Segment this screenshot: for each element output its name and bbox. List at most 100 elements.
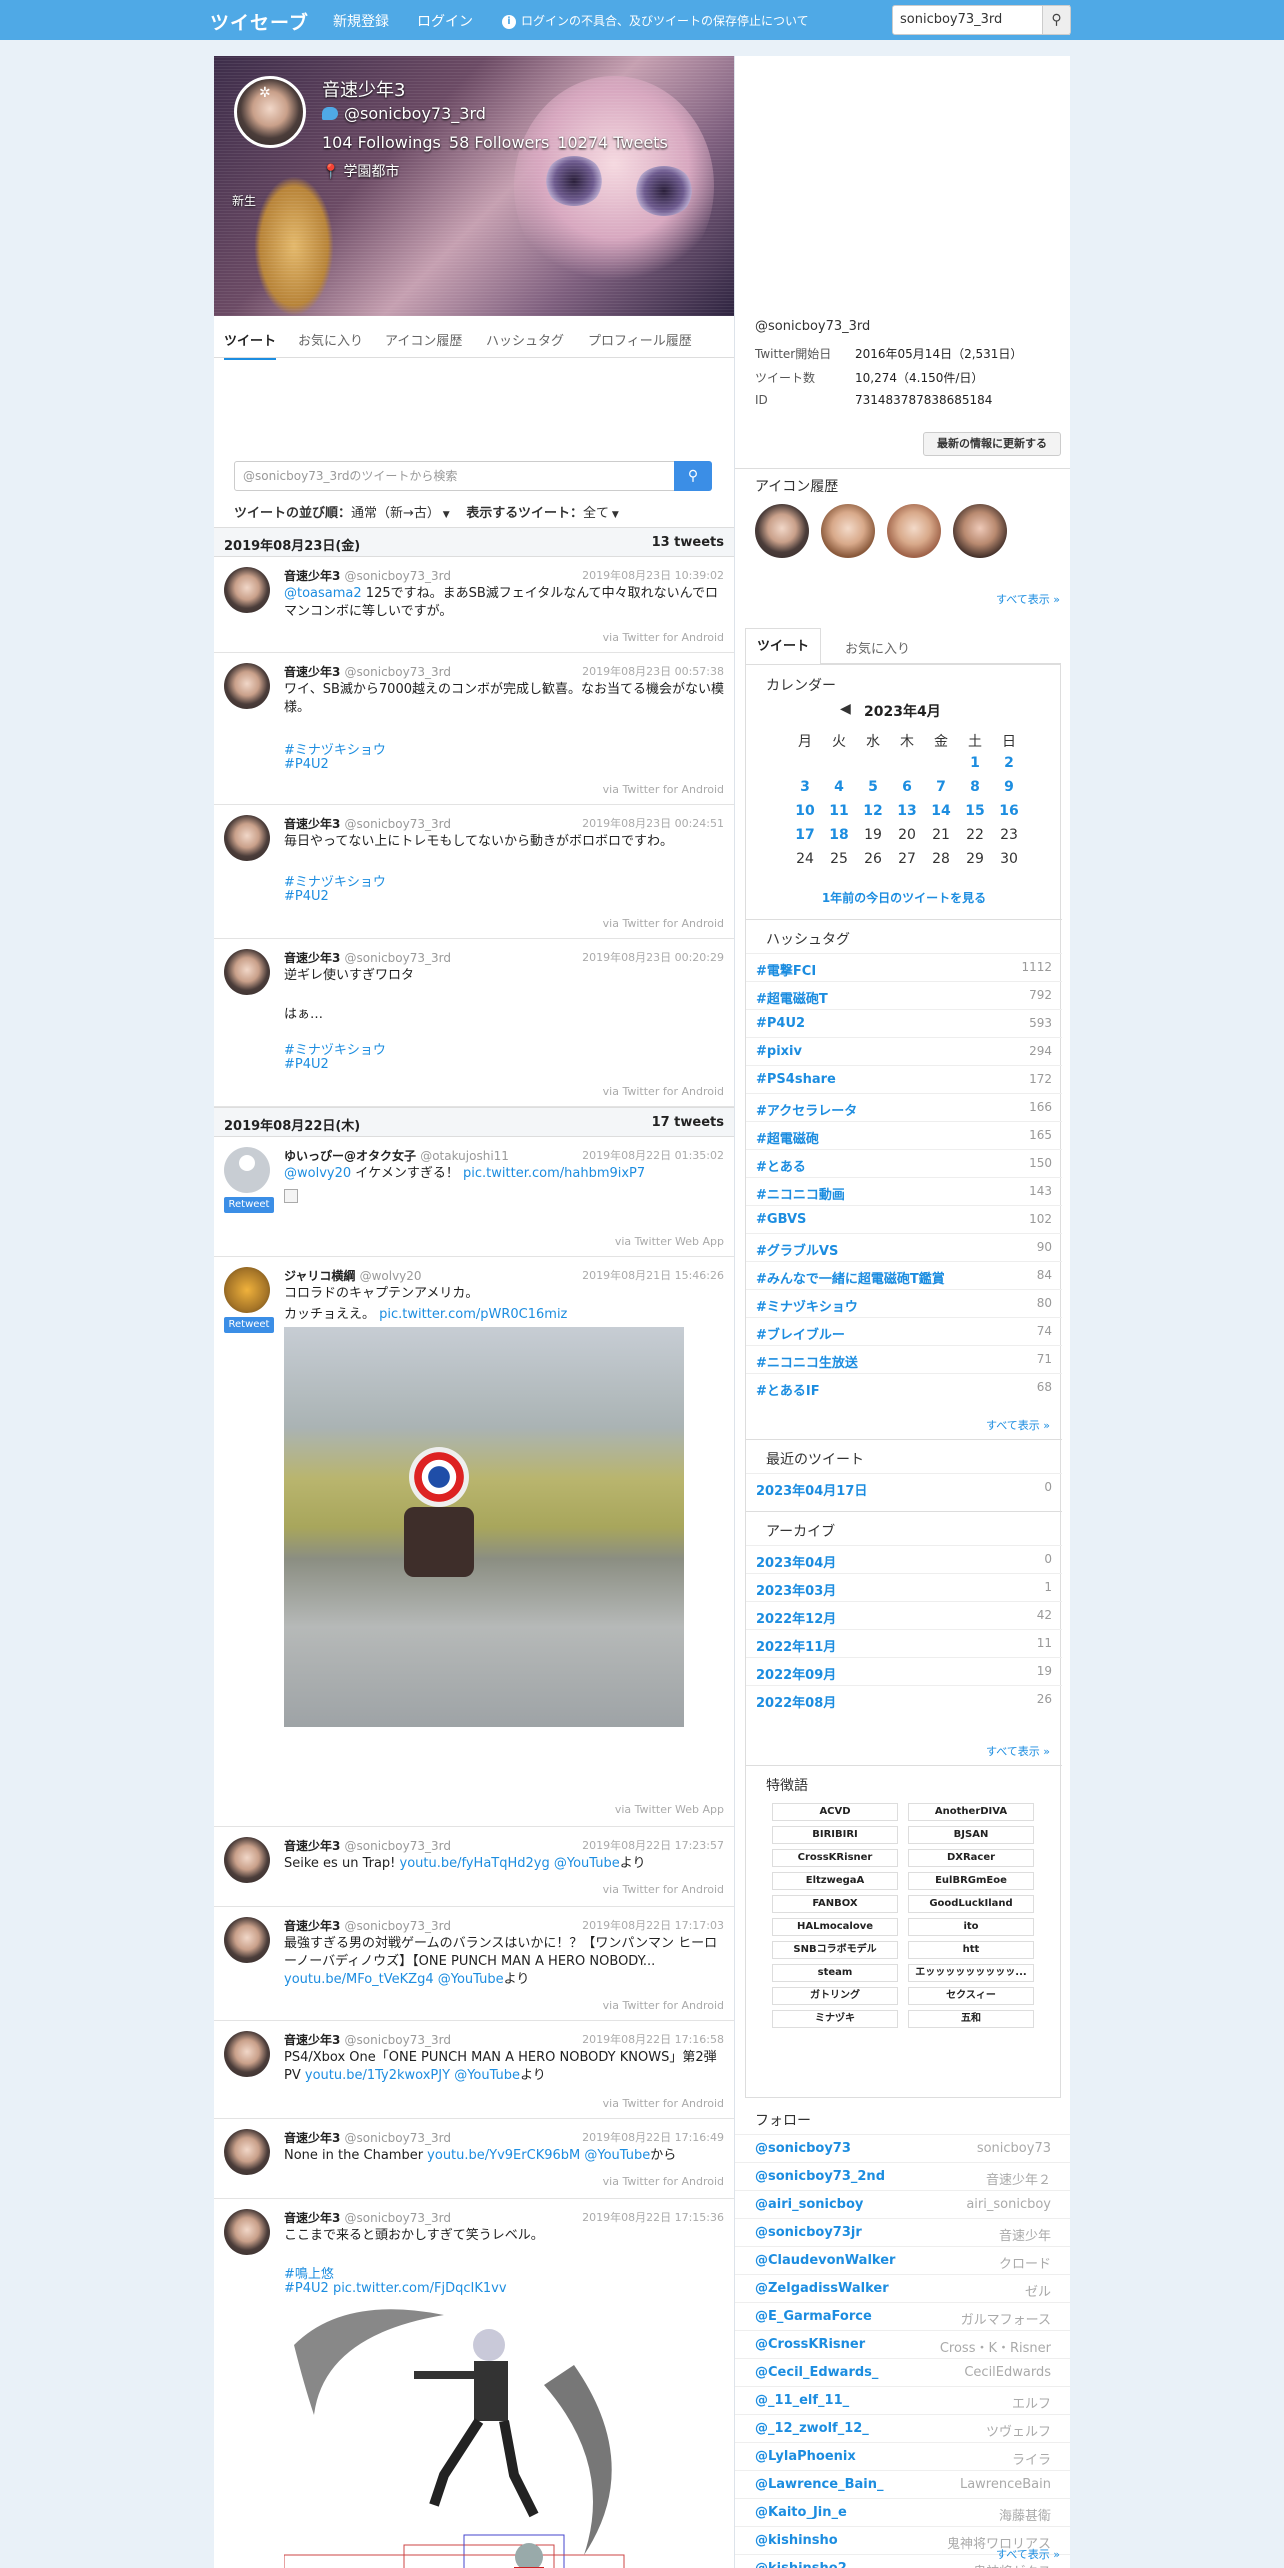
site-logo[interactable]: ツイセーブ [210,8,309,35]
tweet-item[interactable]: 音速少年3 @sonicboy73_3rd 2019年08月22日 17:23:… [214,1827,734,1907]
icon-history-avatar[interactable] [755,504,809,558]
broken-image-icon[interactable] [284,1189,298,1203]
mention-link[interactable]: @wolvy20 [284,1166,351,1181]
signup-link[interactable]: 新規登録 [333,11,389,31]
tweet-time[interactable]: 2019年08月22日 01:35:02 [582,1147,724,1163]
followers-count[interactable]: 58 Followers [449,133,549,152]
archive-row[interactable]: 2022年09月 19 [746,1657,1062,1685]
mention-link[interactable]: @YouTube [554,1856,620,1871]
tweet-illustration[interactable] [284,2305,704,2568]
pic-link[interactable]: pic.twitter.com/pWR0C16miz [379,1307,567,1322]
hashtag-link[interactable]: #ミナヅキショウ [284,871,386,890]
tab-tweets[interactable]: ツイート [224,330,277,360]
pic-link[interactable]: pic.twitter.com/FjDqcIK1vv [333,2281,507,2296]
icon-history-avatar[interactable] [887,504,941,558]
keyword-tag[interactable]: steam [772,1964,898,1982]
show-all-link[interactable]: すべて表示 » [986,1417,1050,1433]
follow-handle[interactable]: @CrossKRisner [755,2337,865,2352]
keyword-tag[interactable]: AnotherDIVA [908,1803,1034,1821]
follow-handle[interactable]: @ClaudevonWalker [755,2253,895,2268]
calendar-day[interactable]: 4 [824,779,854,795]
tweets-count[interactable]: 10274 Tweets [557,133,668,152]
keyword-tag[interactable]: SNBコラボモデル [772,1941,898,1959]
keyword-tag[interactable]: ACVD [772,1803,898,1821]
hashtag-row[interactable]: #電撃FCI 1112 [746,953,1062,981]
hashtag-row[interactable]: #pixiv 294 [746,1037,1062,1065]
archive-row[interactable]: 2023年04月 0 [746,1545,1062,1573]
calendar-day[interactable]: 14 [926,803,956,819]
follow-handle[interactable]: @_12_zwolf_12_ [755,2421,869,2436]
keyword-tag[interactable]: ito [908,1918,1034,1936]
tweet-author[interactable]: 音速少年3 @sonicboy73_3rd [284,2209,451,2226]
hashtag-row[interactable]: #みんなで一緒に超電磁砲T鑑賞 84 [746,1261,1062,1289]
calendar-day[interactable]: 6 [892,779,922,795]
follow-row[interactable]: @_11_elf_11_ エルフ [735,2386,1070,2414]
hashtag-row[interactable]: #PS4share 172 [746,1065,1062,1093]
follow-row[interactable]: @sonicboy73jr 音速少年 [735,2218,1070,2246]
tweet-item[interactable]: Retweet ジャリコ横綱 @wolvy20 2019年08月21日 15:4… [214,1257,734,1827]
follow-row[interactable]: @Lawrence_Bain_ LawrenceBain [735,2470,1070,2498]
followings-count[interactable]: 104 Followings [322,133,441,152]
follow-row[interactable]: @sonicboy73 sonicboy73 [735,2134,1070,2162]
hashtag-row[interactable]: #ミナヅキショウ 80 [746,1289,1062,1317]
tweet-author[interactable]: 音速少年3 @sonicboy73_3rd [284,663,451,680]
hashtag-link[interactable]: #ミナヅキショウ [284,739,386,758]
show-all-link[interactable]: すべて表示 » [996,2546,1060,2562]
follow-row[interactable]: @E_GarmaForce ガルマフォース [735,2302,1070,2330]
tab-icon-history[interactable]: アイコン履歴 [385,330,462,349]
update-info-button[interactable]: 最新の情報に更新する [923,432,1061,456]
mention-link[interactable]: @YouTube [454,2068,520,2083]
icon-history-avatar[interactable] [953,504,1007,558]
follow-row[interactable]: @ClaudevonWalker クロード [735,2246,1070,2274]
hashtag-row[interactable]: #ニコニコ生放送 71 [746,1345,1062,1373]
pic-link[interactable]: pic.twitter.com/hahbm9ixP7 [463,1166,645,1181]
follow-handle[interactable]: @E_GarmaForce [755,2309,872,2324]
avatar[interactable] [224,2129,270,2175]
youtube-link[interactable]: youtu.be/1Ty2kwoxPJY [305,2068,450,2083]
calendar-day[interactable]: 17 [790,827,820,843]
archive-row[interactable]: 2022年12月 42 [746,1601,1062,1629]
hashtag-link[interactable]: #P4U2 [284,757,329,772]
mention-link[interactable]: @toasama2 [284,586,362,601]
hashtag-row[interactable]: #ニコニコ動画 143 [746,1177,1062,1205]
tweet-item[interactable]: 音速少年3 @sonicboy73_3rd 2019年08月22日 17:16:… [214,2021,734,2119]
hashtag-row[interactable]: #ブレイブルー 74 [746,1317,1062,1345]
tweet-author[interactable]: 音速少年3 @sonicboy73_3rd [284,1837,451,1854]
keyword-tag[interactable]: セクスィー [908,1987,1034,2005]
tweet-item[interactable]: 音速少年3 @sonicboy73_3rd 2019年08月23日 00:20:… [214,939,734,1107]
calendar-day[interactable]: 3 [790,779,820,795]
keyword-tag[interactable]: BIRIBIRI [772,1826,898,1844]
avatar[interactable] [224,2209,270,2255]
tweet-photo[interactable] [284,1327,684,1727]
hashtag-row[interactable]: #とあるIF 68 [746,1373,1062,1401]
tweet-time[interactable]: 2019年08月22日 17:16:58 [582,2031,724,2047]
hashtag-link[interactable]: #P4U2 [284,1057,329,1072]
keyword-tag[interactable]: ガトリング [772,1987,898,2005]
youtube-link[interactable]: youtu.be/MFo_tVeKZg4 [284,1972,434,1987]
hashtag-row[interactable]: #アクセラレータ 166 [746,1093,1062,1121]
follow-handle[interactable]: @Cecil_Edwards_ [755,2365,878,2380]
tweet-search-button[interactable]: ⚲ [674,461,712,491]
profile-avatar[interactable]: ✲ [234,76,306,148]
keyword-tag[interactable]: エッッッッッッッッッ... [908,1964,1034,1982]
follow-row[interactable]: @sonicboy73_2nd 音速少年２ [735,2162,1070,2190]
search-icon[interactable]: ⚲ [1042,5,1071,35]
archive-row[interactable]: 2023年03月 1 [746,1573,1062,1601]
hashtag-row[interactable]: #GBVS 102 [746,1205,1062,1233]
follow-handle[interactable]: @ZelgadissWalker [755,2281,889,2296]
follow-handle[interactable]: @sonicboy73 [755,2141,851,2156]
hashtag-row[interactable]: #とある 150 [746,1149,1062,1177]
archive-row[interactable]: 2022年08月 26 [746,1685,1062,1713]
tweet-time[interactable]: 2019年08月22日 17:15:36 [582,2209,724,2225]
keyword-tag[interactable]: htt [908,1941,1034,1959]
keyword-tag[interactable]: GoodLuckIland [908,1895,1034,1913]
tweet-author[interactable]: ジャリコ横綱 @wolvy20 [284,1267,422,1284]
avatar[interactable] [224,1917,270,1963]
follow-row[interactable]: @Kaito_Jin_e 海藤甚衛 [735,2498,1070,2526]
follow-handle[interactable]: @airi_sonicboy [755,2197,863,2212]
tweet-time[interactable]: 2019年08月23日 00:57:38 [582,663,724,679]
follow-handle[interactable]: @Lawrence_Bain_ [755,2477,883,2492]
avatar[interactable] [224,1147,270,1193]
calendar-day[interactable]: 15 [960,803,990,819]
avatar[interactable] [224,815,270,861]
